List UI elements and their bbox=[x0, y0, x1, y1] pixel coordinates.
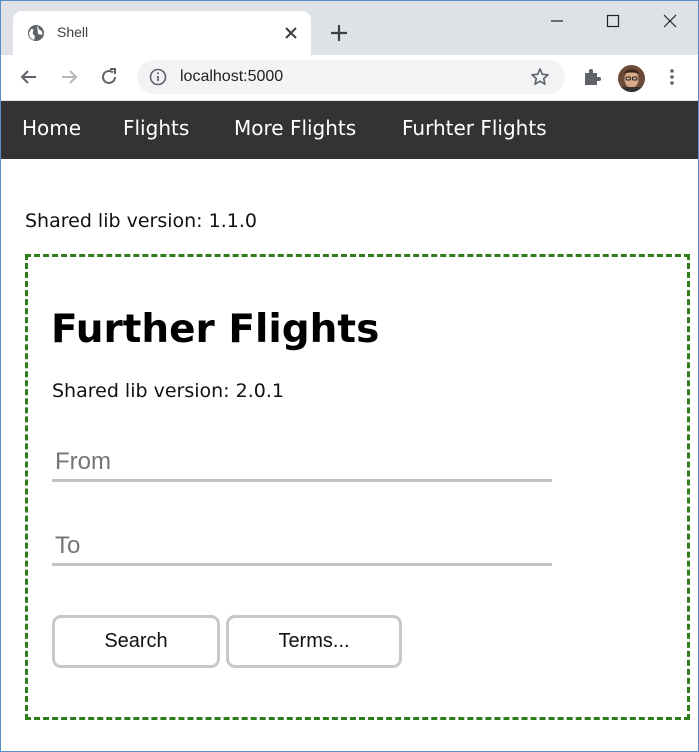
microfrontend-container: Further Flights Shared lib version: 2.0.… bbox=[25, 254, 690, 720]
from-input[interactable] bbox=[52, 444, 552, 482]
reload-icon[interactable] bbox=[98, 66, 120, 88]
minimize-icon[interactable] bbox=[547, 11, 567, 31]
app-navbar: Home Flights More Flights Furhter Flight… bbox=[1, 101, 698, 159]
tab-strip: Shell bbox=[1, 1, 698, 55]
terms-button[interactable]: Terms... bbox=[226, 615, 402, 668]
nav-link-home[interactable]: Home bbox=[22, 116, 81, 140]
maximize-icon[interactable] bbox=[603, 11, 623, 31]
nav-link-more-flights[interactable]: More Flights bbox=[234, 116, 356, 140]
kebab-menu-icon[interactable] bbox=[661, 66, 683, 88]
tab-title: Shell bbox=[57, 24, 89, 40]
mfe-lib-version: Shared lib version: 2.0.1 bbox=[52, 380, 284, 402]
address-bar[interactable]: localhost:5000 bbox=[137, 60, 565, 94]
shell-lib-version: Shared lib version: 1.1.0 bbox=[25, 210, 257, 232]
browser-toolbar: localhost:5000 bbox=[1, 55, 698, 101]
search-button[interactable]: Search bbox=[52, 615, 220, 668]
browser-window: Shell localhost:5000 Home Flights More F… bbox=[0, 0, 699, 752]
info-icon[interactable] bbox=[149, 68, 167, 86]
window-close-icon[interactable] bbox=[660, 11, 680, 31]
to-input[interactable] bbox=[52, 528, 552, 566]
nav-link-flights[interactable]: Flights bbox=[123, 116, 189, 140]
forward-arrow-icon[interactable] bbox=[58, 66, 80, 88]
back-arrow-icon[interactable] bbox=[18, 66, 40, 88]
close-icon[interactable] bbox=[281, 23, 301, 43]
browser-tab[interactable]: Shell bbox=[13, 11, 311, 55]
new-tab-icon[interactable] bbox=[329, 23, 349, 43]
profile-picture bbox=[618, 65, 645, 92]
url-text: localhost:5000 bbox=[180, 68, 284, 85]
puzzle-icon[interactable] bbox=[581, 66, 603, 88]
globe-icon bbox=[28, 25, 44, 41]
nav-link-further-flights[interactable]: Furhter Flights bbox=[402, 116, 547, 140]
avatar[interactable] bbox=[618, 65, 645, 92]
star-icon[interactable] bbox=[530, 67, 550, 87]
page-title: Further Flights bbox=[51, 307, 380, 352]
